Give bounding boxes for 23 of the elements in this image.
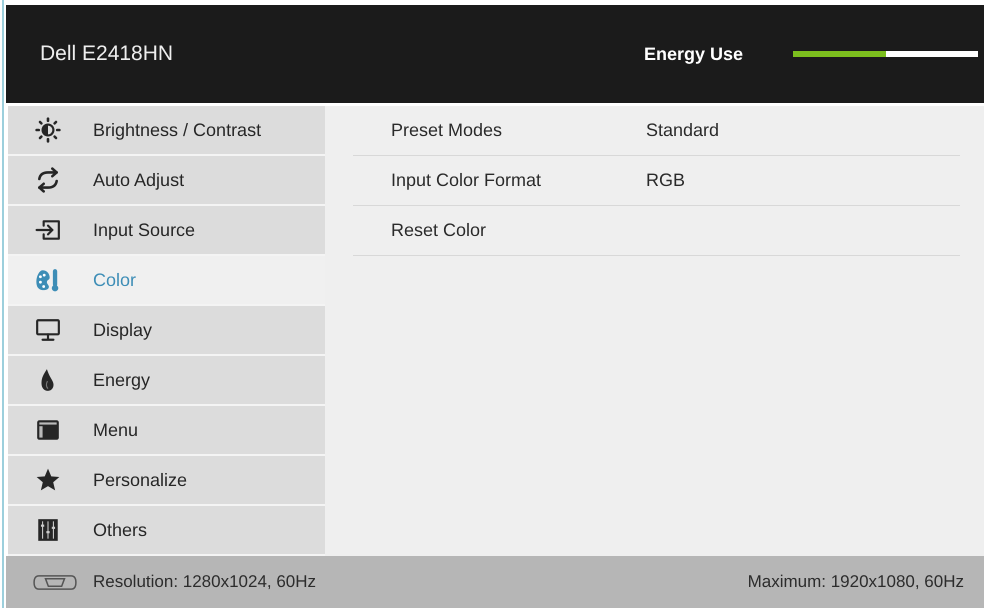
- sidebar-item[interactable]: Others: [8, 506, 325, 554]
- sidebar-item[interactable]: Energy: [8, 356, 325, 404]
- sun-icon: [35, 117, 61, 143]
- maximum-resolution-text: Maximum: 1920x1080, 60Hz: [748, 572, 964, 592]
- sidebar-item[interactable]: Input Source: [8, 206, 325, 254]
- setting-value: RGB: [646, 170, 686, 191]
- setting-label[interactable]: Reset Color: [391, 220, 646, 241]
- monitor-icon: [35, 317, 61, 343]
- palette-thermometer-icon: [35, 267, 61, 293]
- connector-icon: [33, 572, 77, 592]
- sidebar-item[interactable]: Personalize: [8, 456, 325, 504]
- sidebar-item[interactable]: Display: [8, 306, 325, 354]
- sidebar-item[interactable]: Brightness / Contrast: [8, 106, 325, 154]
- resolution-text: Resolution: 1280x1024, 60Hz: [93, 572, 318, 592]
- star-icon: [35, 467, 61, 493]
- energy-use-label: Energy Use: [644, 44, 743, 64]
- setting-label[interactable]: Input Color Format: [391, 170, 646, 191]
- cycle-arrows-icon: [35, 167, 61, 193]
- setting-value: Standard: [646, 120, 720, 141]
- setting-label[interactable]: Preset Modes: [391, 120, 646, 141]
- sidebar-item[interactable]: Menu: [8, 406, 325, 454]
- sidebar-item[interactable]: Auto Adjust: [8, 156, 325, 204]
- monitor-model-title: Dell E2418HN: [40, 42, 174, 66]
